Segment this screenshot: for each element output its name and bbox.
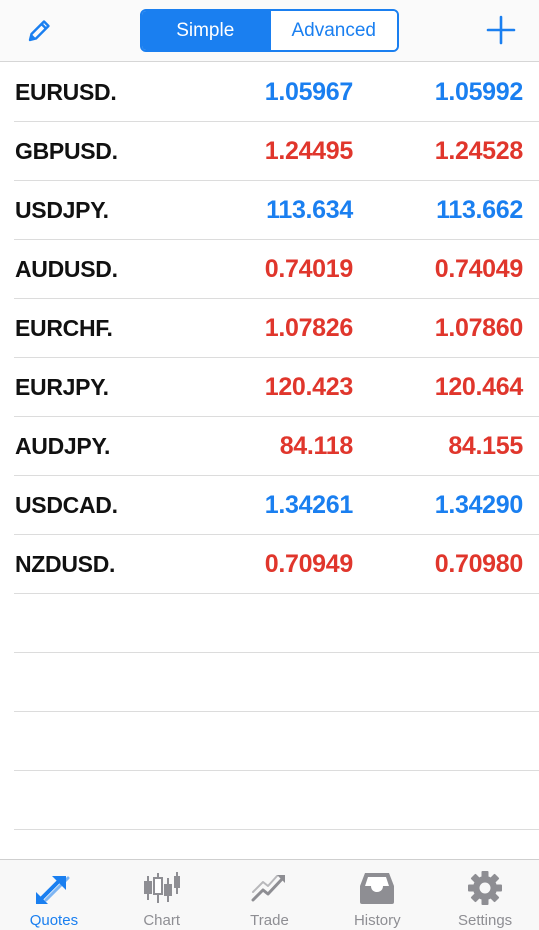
inbox-tray-icon [360,873,395,904]
quote-symbol: NZDUSD. [15,551,116,577]
quote-row[interactable]: NZDUSD. 0.70949 0.70980 [14,535,539,594]
quote-symbol: USDCAD. [15,492,118,518]
empty-row [14,594,539,653]
quote-bid: 1.07826 [264,314,354,342]
tab-quotes[interactable]: Quotes [0,860,108,930]
quote-bid: 0.74019 [264,255,354,283]
gear-icon [468,871,503,905]
quote-ask: 0.70980 [434,550,524,578]
quote-bid: 113.634 [266,196,353,224]
quote-bid: 1.05967 [264,78,354,106]
empty-row [14,771,539,830]
top-toolbar: Simple Advanced [0,0,539,62]
tab-trade[interactable]: Trade [216,860,324,930]
quote-ask: 113.662 [436,196,523,224]
quote-bid: 1.24495 [264,137,354,165]
quote-ask: 120.464 [434,373,524,401]
tab-chart[interactable]: Chart [108,860,216,930]
segment-simple[interactable]: Simple [142,11,269,50]
tab-label: History [353,912,401,929]
quote-symbol: EURCHF. [15,315,113,341]
tab-label: Chart [143,912,181,929]
plus-icon [486,15,516,45]
quotes-list: EURUSD. 1.05967 1.05992 GBPUSD. 1.24495 … [0,63,539,830]
tab-label: Settings [457,912,513,929]
pencil-icon [28,20,50,42]
quote-ask: 0.74049 [434,255,524,283]
quote-bid: 1.34261 [264,491,354,519]
quote-row[interactable]: USDJPY. 113.634 113.662 [14,181,539,240]
quote-bid: 120.423 [264,373,354,401]
quote-symbol: AUDUSD. [15,256,118,282]
candlestick-chart-icon [143,872,180,903]
quote-ask: 84.155 [448,432,523,460]
quote-bid: 84.118 [279,432,354,460]
trade-trend-icon [251,875,286,902]
quote-symbol: EURUSD. [15,79,117,105]
empty-row [14,712,539,771]
quote-symbol: AUDJPY. [15,433,111,459]
tab-settings[interactable]: Settings [431,860,539,930]
quote-row[interactable]: EURJPY. 120.423 120.464 [14,358,539,417]
quote-ask: 1.24528 [434,137,524,165]
quote-ask: 1.05992 [434,78,524,106]
bottom-tab-bar: Quotes Chart Trade History Settings [0,859,539,930]
quote-symbol: EURJPY. [15,374,109,400]
add-symbol-button[interactable] [481,10,521,50]
quote-symbol: USDJPY. [15,197,109,223]
quote-bid: 0.70949 [264,550,354,578]
quote-ask: 1.34290 [434,491,524,519]
quotes-arrows-icon [35,876,70,904]
quote-row[interactable]: AUDJPY. 84.118 84.155 [14,417,539,476]
quote-row[interactable]: USDCAD. 1.34261 1.34290 [14,476,539,535]
segment-advanced[interactable]: Advanced [268,11,397,50]
quote-symbol: GBPUSD. [15,138,118,164]
edit-button[interactable] [20,12,58,50]
tab-label: Quotes [29,912,79,929]
quote-row[interactable]: GBPUSD. 1.24495 1.24528 [14,122,539,181]
quote-ask: 1.07860 [434,314,524,342]
quote-row[interactable]: AUDUSD. 0.74019 0.74049 [14,240,539,299]
tab-label: Trade [250,912,289,929]
tab-history[interactable]: History [323,860,431,930]
empty-row [14,653,539,712]
quote-row[interactable]: EURCHF. 1.07826 1.07860 [14,299,539,358]
view-mode-segmented-control: Simple Advanced [140,9,399,52]
quote-row[interactable]: EURUSD. 1.05967 1.05992 [14,63,539,122]
